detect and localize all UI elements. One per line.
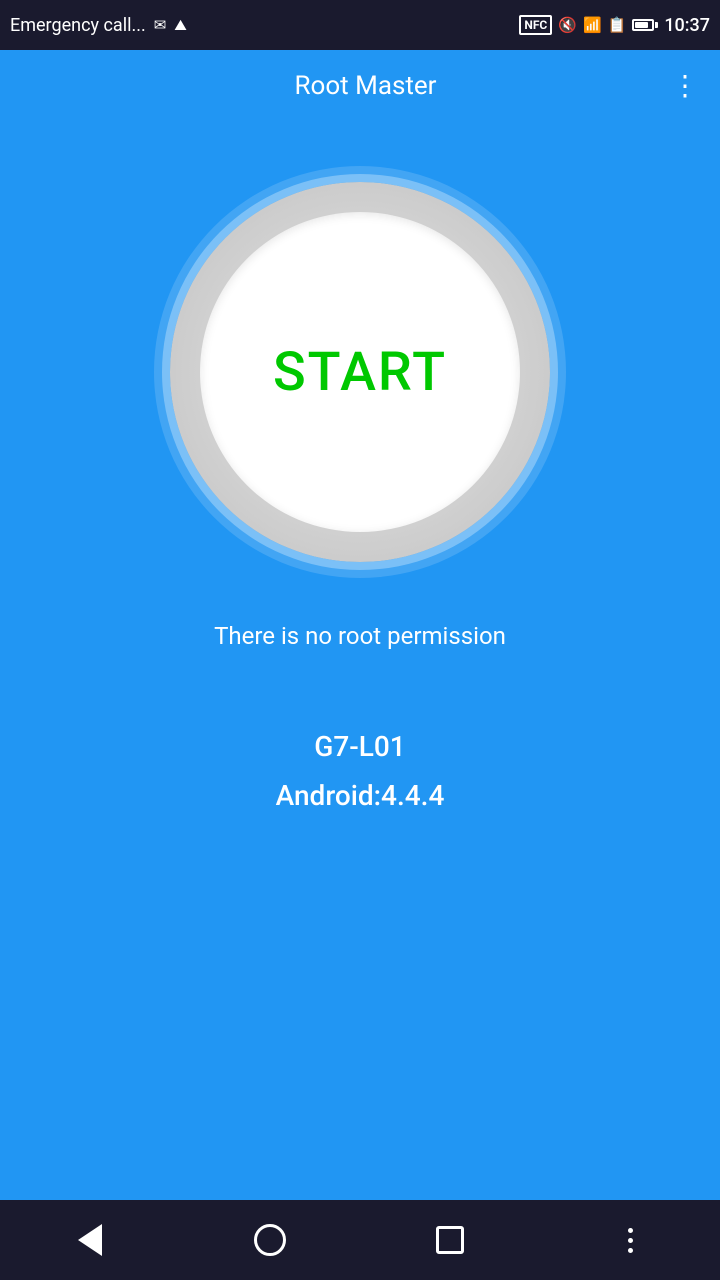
nav-dots-icon bbox=[628, 1228, 633, 1253]
device-model: G7-L01 bbox=[314, 730, 405, 763]
screenshot-icon: ⛰ bbox=[174, 16, 187, 34]
nfc-badge: NFC bbox=[519, 15, 552, 35]
gmail-icon: ✉ bbox=[154, 16, 167, 34]
start-button-outer: START bbox=[170, 182, 550, 562]
nav-bar bbox=[0, 1200, 720, 1280]
start-button[interactable]: START bbox=[200, 212, 520, 532]
status-bar-right: NFC 🔇 📶 📋 10:37 bbox=[519, 15, 710, 36]
status-bar: Emergency call... ✉ ⛰ NFC 🔇 📶 📋 10:37 bbox=[0, 0, 720, 50]
home-icon bbox=[254, 1224, 286, 1256]
device-info: G7-L01 Android:4.4.4 bbox=[276, 730, 445, 812]
home-button[interactable] bbox=[245, 1215, 295, 1265]
battery-icon bbox=[632, 19, 658, 31]
android-version: Android:4.4.4 bbox=[276, 779, 445, 812]
sim-icon: 📋 bbox=[608, 16, 627, 34]
status-time: 10:37 bbox=[664, 15, 710, 36]
more-options-button[interactable]: ⋮ bbox=[671, 72, 700, 100]
back-button[interactable] bbox=[65, 1215, 115, 1265]
app-bar: Root Master ⋮ bbox=[0, 50, 720, 122]
status-bar-left: Emergency call... ✉ ⛰ bbox=[10, 15, 187, 36]
app-title: Root Master bbox=[60, 71, 671, 101]
back-icon bbox=[78, 1224, 102, 1256]
start-button-label: START bbox=[273, 341, 447, 404]
recents-icon bbox=[436, 1226, 464, 1254]
nav-more-button[interactable] bbox=[605, 1215, 655, 1265]
emergency-call-text: Emergency call... bbox=[10, 15, 146, 36]
main-content: START There is no root permission G7-L01… bbox=[0, 122, 720, 1200]
start-button-container: START bbox=[170, 182, 550, 562]
wifi-icon: 📶 bbox=[583, 16, 602, 34]
mute-icon: 🔇 bbox=[558, 16, 577, 34]
root-status-message: There is no root permission bbox=[214, 622, 506, 650]
recents-button[interactable] bbox=[425, 1215, 475, 1265]
